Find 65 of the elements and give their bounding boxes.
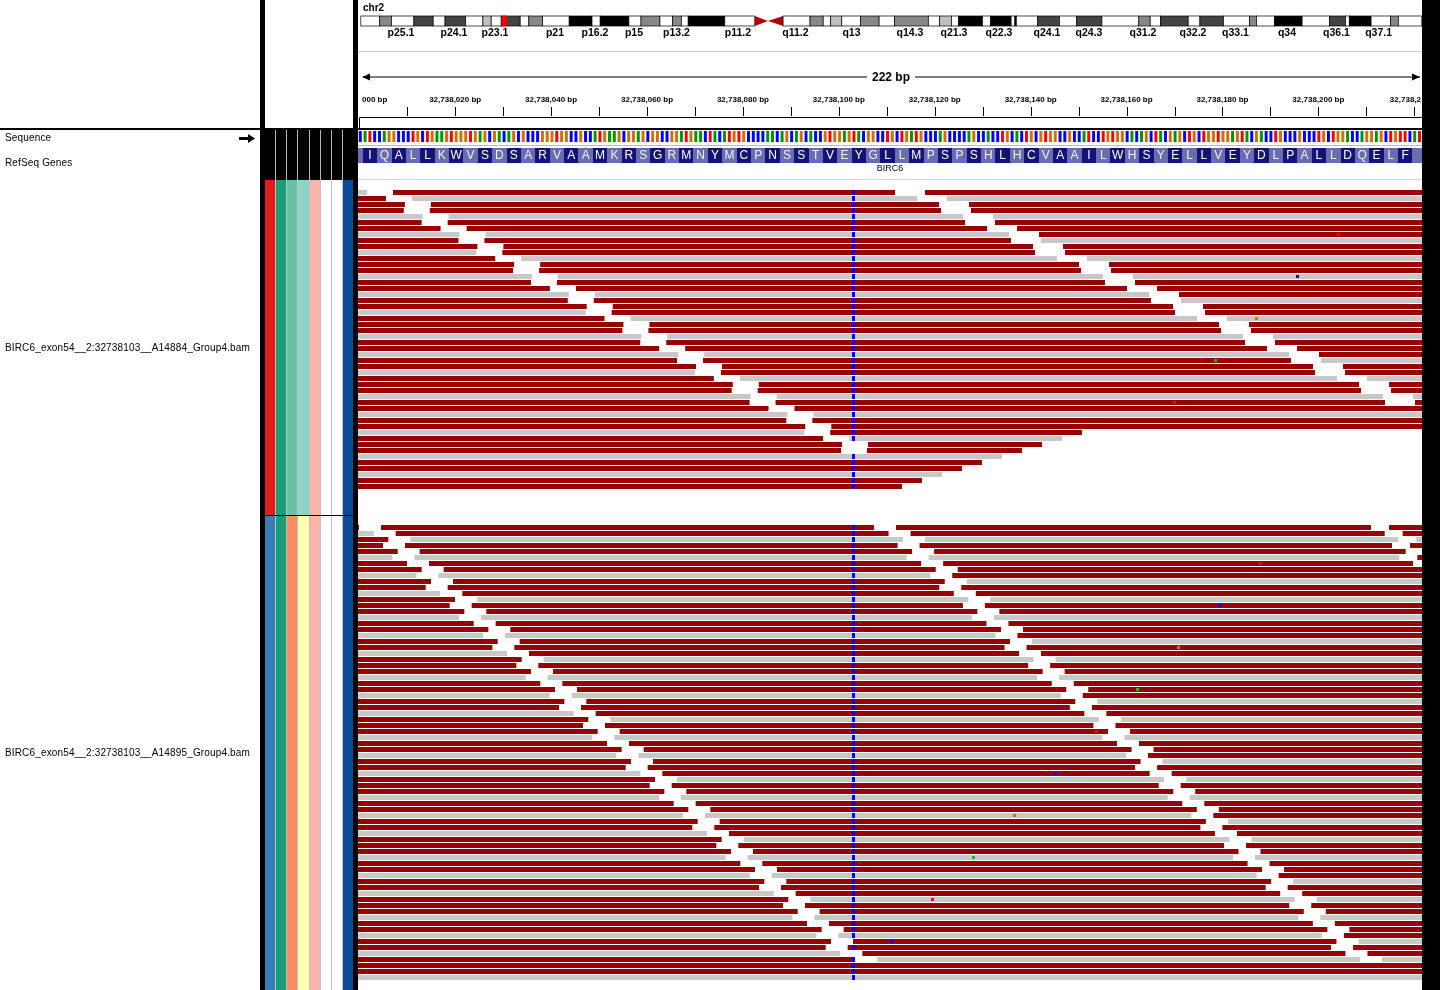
ruler-tick-label: 000 bp (362, 95, 388, 104)
band-label: p25.1 (387, 26, 415, 38)
band-label: q32.2 (1179, 26, 1207, 38)
amino-acid-block: N (765, 148, 780, 163)
amino-acid-block: S (1139, 148, 1154, 163)
ruler-tick-label: 32,738,080 bp (716, 95, 769, 104)
amino-acid-block: L (420, 148, 435, 163)
amino-acid-block: F (1398, 148, 1413, 163)
band-label: q24.3 (1075, 26, 1103, 38)
band-label: p11.2 (724, 26, 752, 38)
amino-acid-block: R (535, 148, 550, 163)
amino-acid-block: C (1024, 148, 1039, 163)
band-label: q21.3 (940, 26, 968, 38)
amino-acid-block: W (1110, 148, 1125, 163)
ruler-tick-label: 32,738,020 bp (429, 95, 482, 104)
span-label: 222 bp (871, 70, 911, 84)
amino-acid-block: E (1369, 148, 1384, 163)
band-label: p13.2 (663, 26, 690, 38)
amino-acid-block: S (794, 148, 809, 163)
band-label: q34 (1277, 26, 1297, 38)
band-label: p23.1 (481, 26, 509, 38)
ruler-tick-label: 32,738,040 bp (525, 95, 578, 104)
band-label: q33.1 (1222, 26, 1249, 38)
exon-bar[interactable]: I Q A L L K W V S D S A R V A A M K R S G R M N Y M C P N S S T V E Y G L L M P S P S H L H C V A A I L W H S Y E L L V E Y D L P A L L D Q E L F (358, 148, 1422, 163)
amino-acid-block: L (880, 148, 895, 163)
ruler-tick-label: 32,738,060 bp (621, 95, 674, 104)
ruler-tick-label: 32,738,100 bp (812, 95, 865, 104)
amino-acid-block: W (449, 148, 464, 163)
band-label: p15 (624, 26, 644, 38)
track-name[interactable]: RefSeq Genes (5, 157, 73, 169)
amino-acid-block: G (650, 148, 665, 163)
chromosome-label: chr2 (363, 2, 385, 14)
ruler-tick-label: 32,738,160 bp (1100, 95, 1153, 104)
amino-acid-block: I (362, 148, 378, 163)
amino-acid-block: P (1283, 148, 1298, 163)
arrow-right-icon[interactable] (239, 133, 255, 143)
band-label: q37.1 (1365, 26, 1393, 38)
band-label: p21 (545, 26, 565, 38)
band-label: q13 (842, 26, 861, 38)
amino-acid-block: M (909, 148, 924, 163)
band-label: q24.1 (1033, 26, 1061, 38)
ruler-tick-label: 32,738,140 bp (1004, 95, 1057, 104)
ruler-tick-label: 32,738,180 bp (1196, 95, 1249, 104)
band-label: q14.3 (896, 26, 924, 38)
band-label: q36.1 (1323, 26, 1350, 38)
track-name[interactable]: BIRC6_exon54__2:32738103__A14895_Group4.bam (5, 746, 250, 759)
chromosome-ideogram[interactable] (360, 15, 1422, 27)
current-view-marker[interactable] (501, 15, 507, 27)
band-label: q31.2 (1129, 26, 1157, 38)
amino-acid-block: D (1254, 148, 1269, 163)
band-label: p24.1 (440, 26, 468, 38)
amino-acid-block: L (995, 148, 1010, 163)
track-name[interactable]: BIRC6_exon54__2:32738103__A14884_Group4.bam (5, 341, 250, 354)
ruler-tick-label: 32,738,200 bp (1292, 95, 1345, 104)
amino-acid-block: Q (377, 148, 392, 163)
ruler-tick-label: 32,738,2 (1389, 95, 1421, 104)
amino-acid-block: A (564, 148, 579, 163)
gene-label: BIRC6 (876, 163, 904, 173)
band-label: q11.2 (782, 26, 809, 38)
amino-acid-block: M (679, 148, 694, 163)
band-label: q22.3 (985, 26, 1013, 38)
ruler-tick-label: 32,738,120 bp (908, 95, 961, 104)
band-label: p16.2 (581, 26, 609, 38)
amino-acid-block: E (1225, 148, 1240, 163)
track-name[interactable]: Sequence (5, 132, 52, 144)
